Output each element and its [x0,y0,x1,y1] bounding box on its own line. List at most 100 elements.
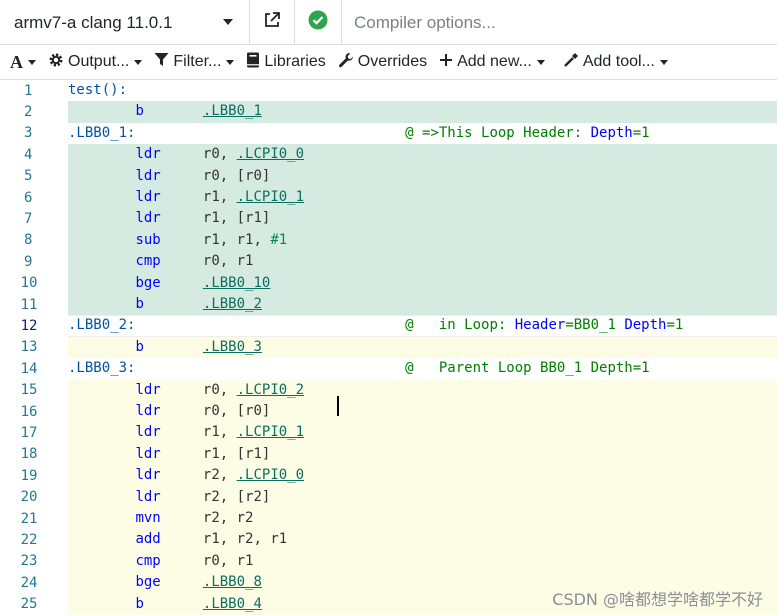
compiler-bar: armv7-a clang 11.0.1 [0,0,777,45]
label-link[interactable]: .LBB0_8 [203,574,262,590]
code-text: mvn r2, r2 [68,508,777,530]
code-line[interactable]: 18 ldr r1, [r1] [0,443,777,466]
label-link[interactable]: .LBB0_2 [203,296,262,312]
code-line[interactable]: 9 cmp r0, r1 [0,251,777,273]
line-number: 19 [0,465,68,487]
comment: =1 [632,124,650,141]
label-link[interactable]: .LCPI0_1 [237,189,304,205]
code-line[interactable]: 16 ldr r0, [r0] [0,401,777,423]
compiler-options-input[interactable] [342,0,777,45]
line-number: 7 [0,208,68,230]
watermark: CSDN @啥都想学啥都学不好 [552,590,763,609]
code-line[interactable]: 20 ldr r2, [r2] [0,486,777,508]
libraries-button[interactable]: Libraries [240,45,331,79]
code-text: .LBB0_3: @ Parent Loop BB0_1 Depth=1 [68,358,777,379]
code-line[interactable]: 10 bge .LBB0_10 [0,272,777,294]
book-icon [246,52,264,73]
mnemonic: ldr [135,403,161,419]
line-number: 9 [0,251,68,273]
external-link-icon [263,11,281,34]
code-text: sub r1, r1, #1 [68,229,777,252]
compiler-select[interactable]: armv7-a clang 11.0.1 [0,0,250,45]
code-line[interactable]: 21 mvn r2, r2 [0,508,777,530]
mnemonic: ldr [135,167,161,184]
code-line[interactable]: 23 cmp r0, r1 [0,550,777,573]
code-line[interactable]: 4 ldr r0, .LCPI0_0 [0,144,777,166]
mnemonic: ldr [135,146,161,163]
code-token: r0, [202,146,237,163]
code-text: ldr r1, [r1] [68,443,777,466]
screwdriver-icon [563,52,583,73]
add-tool-button[interactable]: Add tool... [557,45,674,79]
filter-button[interactable]: Filter... [148,45,240,79]
label: .LBB0_3: [68,360,136,377]
code-line[interactable]: 6 ldr r1, .LCPI0_1 [0,187,777,209]
mnemonic: cmp [135,552,161,569]
code-text: ldr r0, .LCPI0_0 [68,144,777,166]
code-line[interactable]: 15 ldr r0, .LCPI0_2 [0,379,777,401]
line-number: 8 [0,229,68,252]
code-line[interactable]: 11 b .LBB0_2 [0,294,777,316]
label-link[interactable]: .LCPI0_2 [237,382,304,398]
add-new-button[interactable]: Add new... [433,45,551,79]
code-token: r1, r1, [202,231,271,248]
code-line[interactable]: 7 ldr r1, [r1] [0,208,777,230]
chevron-down-icon [134,59,143,65]
label-link[interactable]: .LCPI0_0 [237,146,304,162]
compile-status[interactable] [295,0,342,45]
label-link[interactable]: .LCPI0_0 [237,467,304,483]
mnemonic: sub [135,231,161,248]
comment: @ Parent Loop BB0_1 Depth=1 [405,360,650,377]
label-link[interactable]: .LBB0_3 [203,339,262,355]
comment: =1 [666,317,684,334]
code-line[interactable]: 5 ldr r0, [r0] [0,165,777,187]
code-line[interactable]: 1 test(): [0,80,777,102]
line-number: 13 [0,336,68,359]
code-line[interactable]: 2 b .LBB0_1 [0,101,777,123]
code-token: r1, [r1] [202,210,271,227]
code-line[interactable]: 13 b .LBB0_3 [0,336,777,359]
code-line[interactable]: 12 .LBB0_2: @ in Loop: Header=BB0_1 Depth… [0,315,777,337]
code-line[interactable]: 8 sub r1, r1, #1 [0,229,777,252]
code-token: r2, r2 [202,510,254,526]
code-text: ldr r1, .LCPI0_1 [68,187,777,209]
assembly-output-editor[interactable]: 25 b .LBB0_4 24 bge .LBB0_8 23 cmp r0, r1 2… [0,80,777,616]
overrides-button[interactable]: Overrides [332,45,433,79]
label-link[interactable]: .LBB0_1 [203,103,262,119]
line-number: 12 [0,315,68,337]
font-size-button[interactable]: A [0,45,42,79]
label-link[interactable]: .LBB0_10 [203,275,270,291]
label-link[interactable]: .LBB0_4 [203,596,262,612]
code-line[interactable]: 17 ldr r1, .LCPI0_1 [0,422,777,444]
popout-button[interactable] [250,0,295,45]
line-number: 2 [0,101,68,123]
code-line[interactable]: 19 ldr r2, .LCPI0_0 [0,465,777,487]
code-line[interactable]: 3 .LBB0_1: @ =>This Loop Header: Depth=1 [0,122,777,145]
mnemonic: ldr [135,445,161,462]
output-button[interactable]: Output... [42,45,148,79]
compiler-toolbar: A Output... Filter... Libraries Override… [0,45,777,80]
comment: Depth [590,124,633,141]
code-text: ldr r2, [r2] [68,486,777,508]
code-line[interactable]: 14 .LBB0_3: @ Parent Loop BB0_1 Depth=1 [0,358,777,380]
label-link[interactable]: .LCPI0_1 [237,424,304,440]
code-text: ldr r1, [r1] [68,208,777,230]
code-line[interactable]: 22 add r1, r2, r1 [0,529,777,551]
line-number: 11 [0,294,68,316]
